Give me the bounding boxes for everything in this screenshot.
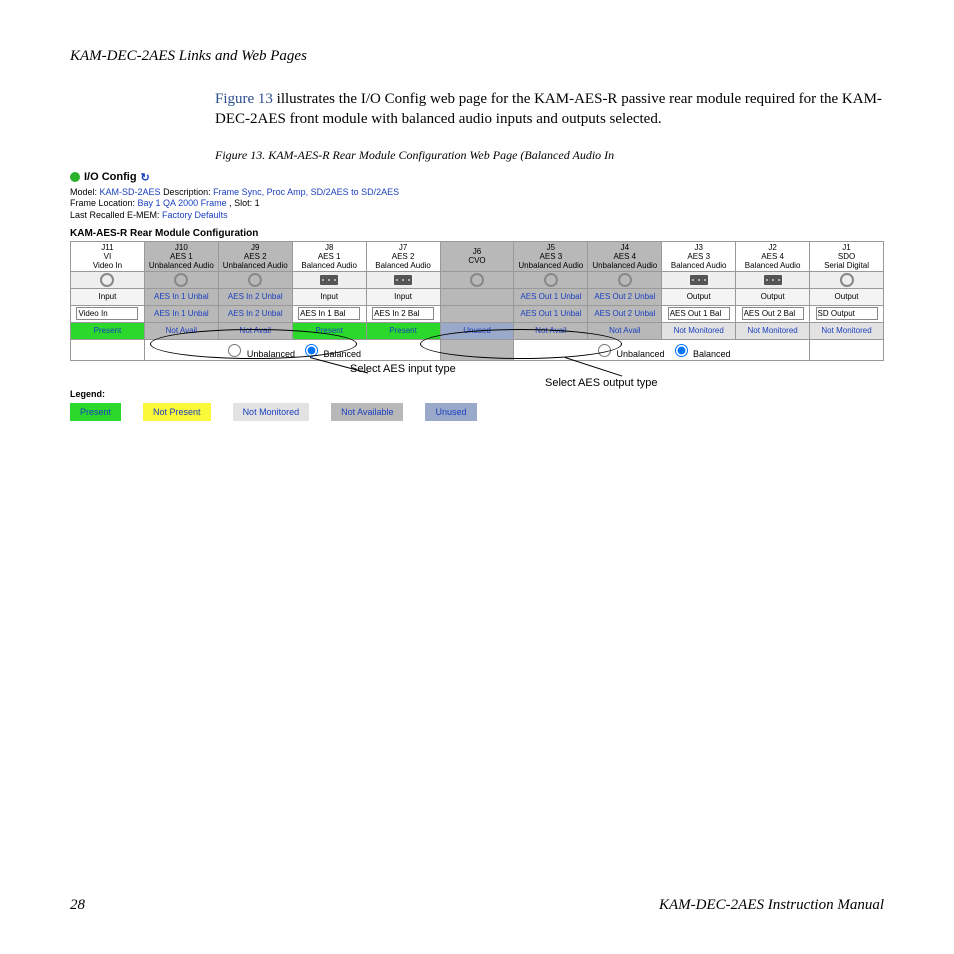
bnc-connector-icon [174, 273, 188, 287]
io-direction: Output [736, 288, 810, 305]
io-direction: AES In 1 Unbal [144, 288, 218, 305]
io-direction: AES In 2 Unbal [218, 288, 292, 305]
callout-input: Select AES input type [350, 363, 456, 375]
col-header: J9AES 2Unbalanced Audio [218, 241, 292, 271]
legend: Legend: PresentNot PresentNot MonitoredN… [70, 389, 884, 421]
col-header: J1SDOSerial Digital [810, 241, 884, 271]
bnc-connector-icon [100, 273, 114, 287]
legend-item: Unused [425, 403, 476, 421]
page-header: KAM-DEC-2AES Links and Web Pages [70, 48, 884, 65]
io-config-screenshot: I/O Config ↻ Model: KAM-SD-2AES Descript… [70, 171, 884, 421]
balanced-radio[interactable] [305, 344, 318, 357]
signal-name-input[interactable] [372, 307, 434, 320]
col-header: J6CVO [440, 241, 514, 271]
io-direction: AES Out 1 Unbal [514, 288, 588, 305]
module-meta: Model: KAM-SD-2AES Description: Frame Sy… [70, 187, 884, 222]
bnc-connector-icon [544, 273, 558, 287]
intro-text: illustrates the I/O Config web page for … [215, 91, 882, 127]
legend-item: Not Available [331, 403, 403, 421]
signal-name: AES Out 2 Unbal [588, 305, 662, 322]
legend-item: Not Present [143, 403, 211, 421]
balanced-connector-icon [394, 275, 412, 285]
signal-name-input[interactable] [76, 307, 138, 320]
bnc-connector-icon [470, 273, 484, 287]
col-header: J5AES 3Unbalanced Audio [514, 241, 588, 271]
intro-paragraph: Figure 13 illustrates the I/O Config web… [215, 89, 884, 130]
signal-name-input[interactable] [298, 307, 360, 320]
status-cell: Not Monitored [662, 322, 736, 339]
io-direction: AES Out 2 Unbal [588, 288, 662, 305]
unbalanced-radio[interactable] [228, 344, 241, 357]
bnc-connector-icon [840, 273, 854, 287]
status-cell: Not Monitored [810, 322, 884, 339]
col-header: J7AES 2Balanced Audio [366, 241, 440, 271]
status-cell: Not Avail [144, 322, 218, 339]
io-direction: Output [662, 288, 736, 305]
status-cell: Not Avail [588, 322, 662, 339]
io-config-title: I/O Config [84, 171, 137, 183]
col-header: J11VIVideo In [71, 241, 145, 271]
io-direction: Input [366, 288, 440, 305]
col-header: J3AES 3Balanced Audio [662, 241, 736, 271]
page-number: 28 [70, 897, 85, 914]
status-cell: Unused [440, 322, 514, 339]
signal-name: AES In 1 Unbal [144, 305, 218, 322]
status-cell: Present [292, 322, 366, 339]
balanced-connector-icon [320, 275, 338, 285]
status-cell: Not Monitored [736, 322, 810, 339]
legend-item: Present [70, 403, 121, 421]
status-cell: Not Avail [514, 322, 588, 339]
signal-name-input[interactable] [668, 307, 730, 320]
refresh-icon[interactable]: ↻ [141, 171, 150, 184]
bnc-connector-icon [248, 273, 262, 287]
status-dot-icon [70, 172, 80, 182]
callout-output: Select AES output type [545, 377, 658, 389]
balanced-connector-icon [764, 275, 782, 285]
io-direction: Input [71, 288, 145, 305]
io-direction: Output [810, 288, 884, 305]
balanced-connector-icon [690, 275, 708, 285]
balanced-radio[interactable] [675, 344, 688, 357]
signal-name-input[interactable] [742, 307, 804, 320]
status-cell: Present [366, 322, 440, 339]
figure-ref-link[interactable]: Figure 13 [215, 91, 273, 107]
rear-module-table: J11VIVideo InJ10AES 1Unbalanced AudioJ9A… [70, 241, 884, 361]
signal-name-input[interactable] [816, 307, 878, 320]
status-cell: Present [71, 322, 145, 339]
unbalanced-radio[interactable] [598, 344, 611, 357]
footer-title: KAM-DEC-2AES Instruction Manual [659, 897, 884, 914]
config-subtitle: KAM-AES-R Rear Module Configuration [70, 228, 884, 239]
io-direction [440, 288, 514, 305]
col-header: J4AES 4Unbalanced Audio [588, 241, 662, 271]
signal-name: AES Out 1 Unbal [514, 305, 588, 322]
bnc-connector-icon [618, 273, 632, 287]
aes-type-selector[interactable]: Unbalanced Balanced [514, 339, 810, 360]
col-header: J8AES 1Balanced Audio [292, 241, 366, 271]
aes-type-selector[interactable]: Unbalanced Balanced [144, 339, 440, 360]
io-direction: Input [292, 288, 366, 305]
col-header: J2AES 4Balanced Audio [736, 241, 810, 271]
legend-item: Not Monitored [233, 403, 310, 421]
status-cell: Not Avail [218, 322, 292, 339]
figure-caption: Figure 13. KAM-AES-R Rear Module Configu… [215, 148, 884, 163]
signal-name: AES In 2 Unbal [218, 305, 292, 322]
signal-name [440, 305, 514, 322]
col-header: J10AES 1Unbalanced Audio [144, 241, 218, 271]
